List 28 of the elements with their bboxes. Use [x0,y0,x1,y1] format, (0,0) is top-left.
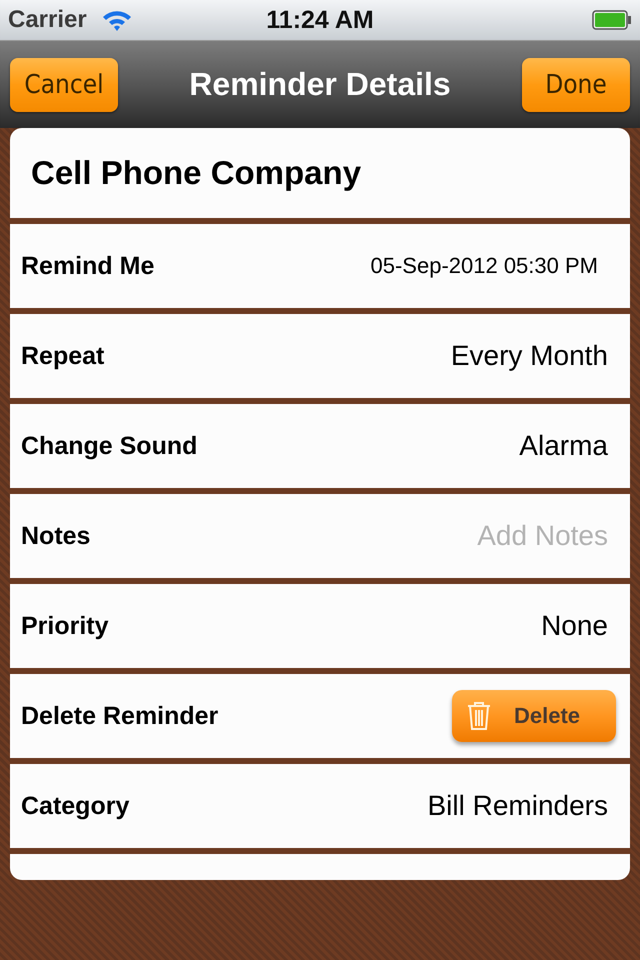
row-label: Delete Reminder [21,702,218,730]
settings-row[interactable]: Repeat Every Month [10,314,630,398]
battery-icon [592,10,632,30]
status-time: 11:24 AM [266,6,374,34]
row-label: Notes [21,522,90,550]
row-value: None [541,610,608,642]
row-label: Repeat [21,342,104,370]
trash-icon [466,701,492,731]
settings-row[interactable]: Priority None [10,584,630,668]
settings-row[interactable]: Remind Me 05-Sep-2012 05:30 PM [10,224,630,308]
row-value: Bill Reminders [428,790,608,822]
settings-row[interactable]: Notes Add Notes [10,494,630,578]
cancel-button[interactable]: Cancel [10,58,118,112]
settings-row[interactable]: Delete Reminder Delete [10,674,630,758]
carrier-label: Carrier [8,6,87,34]
row-value: Alarma [519,430,608,462]
row-label: Change Sound [21,432,198,460]
row-label: Priority [21,612,109,640]
row-label: Remind Me [21,252,154,280]
delete-button[interactable]: Delete [452,690,616,742]
settings-row[interactable]: Category Bill Reminders [10,764,630,848]
reminder-title: Cell Phone Company [31,154,362,192]
row-value: Every Month [450,340,608,372]
row-label: Category [21,792,130,820]
nav-title: Reminder Details [189,66,451,103]
done-button[interactable]: Done [522,58,630,112]
settings-row[interactable]: Change Sound Alarma [10,404,630,488]
row-value: 05-Sep-2012 05:30 PM [370,253,598,279]
